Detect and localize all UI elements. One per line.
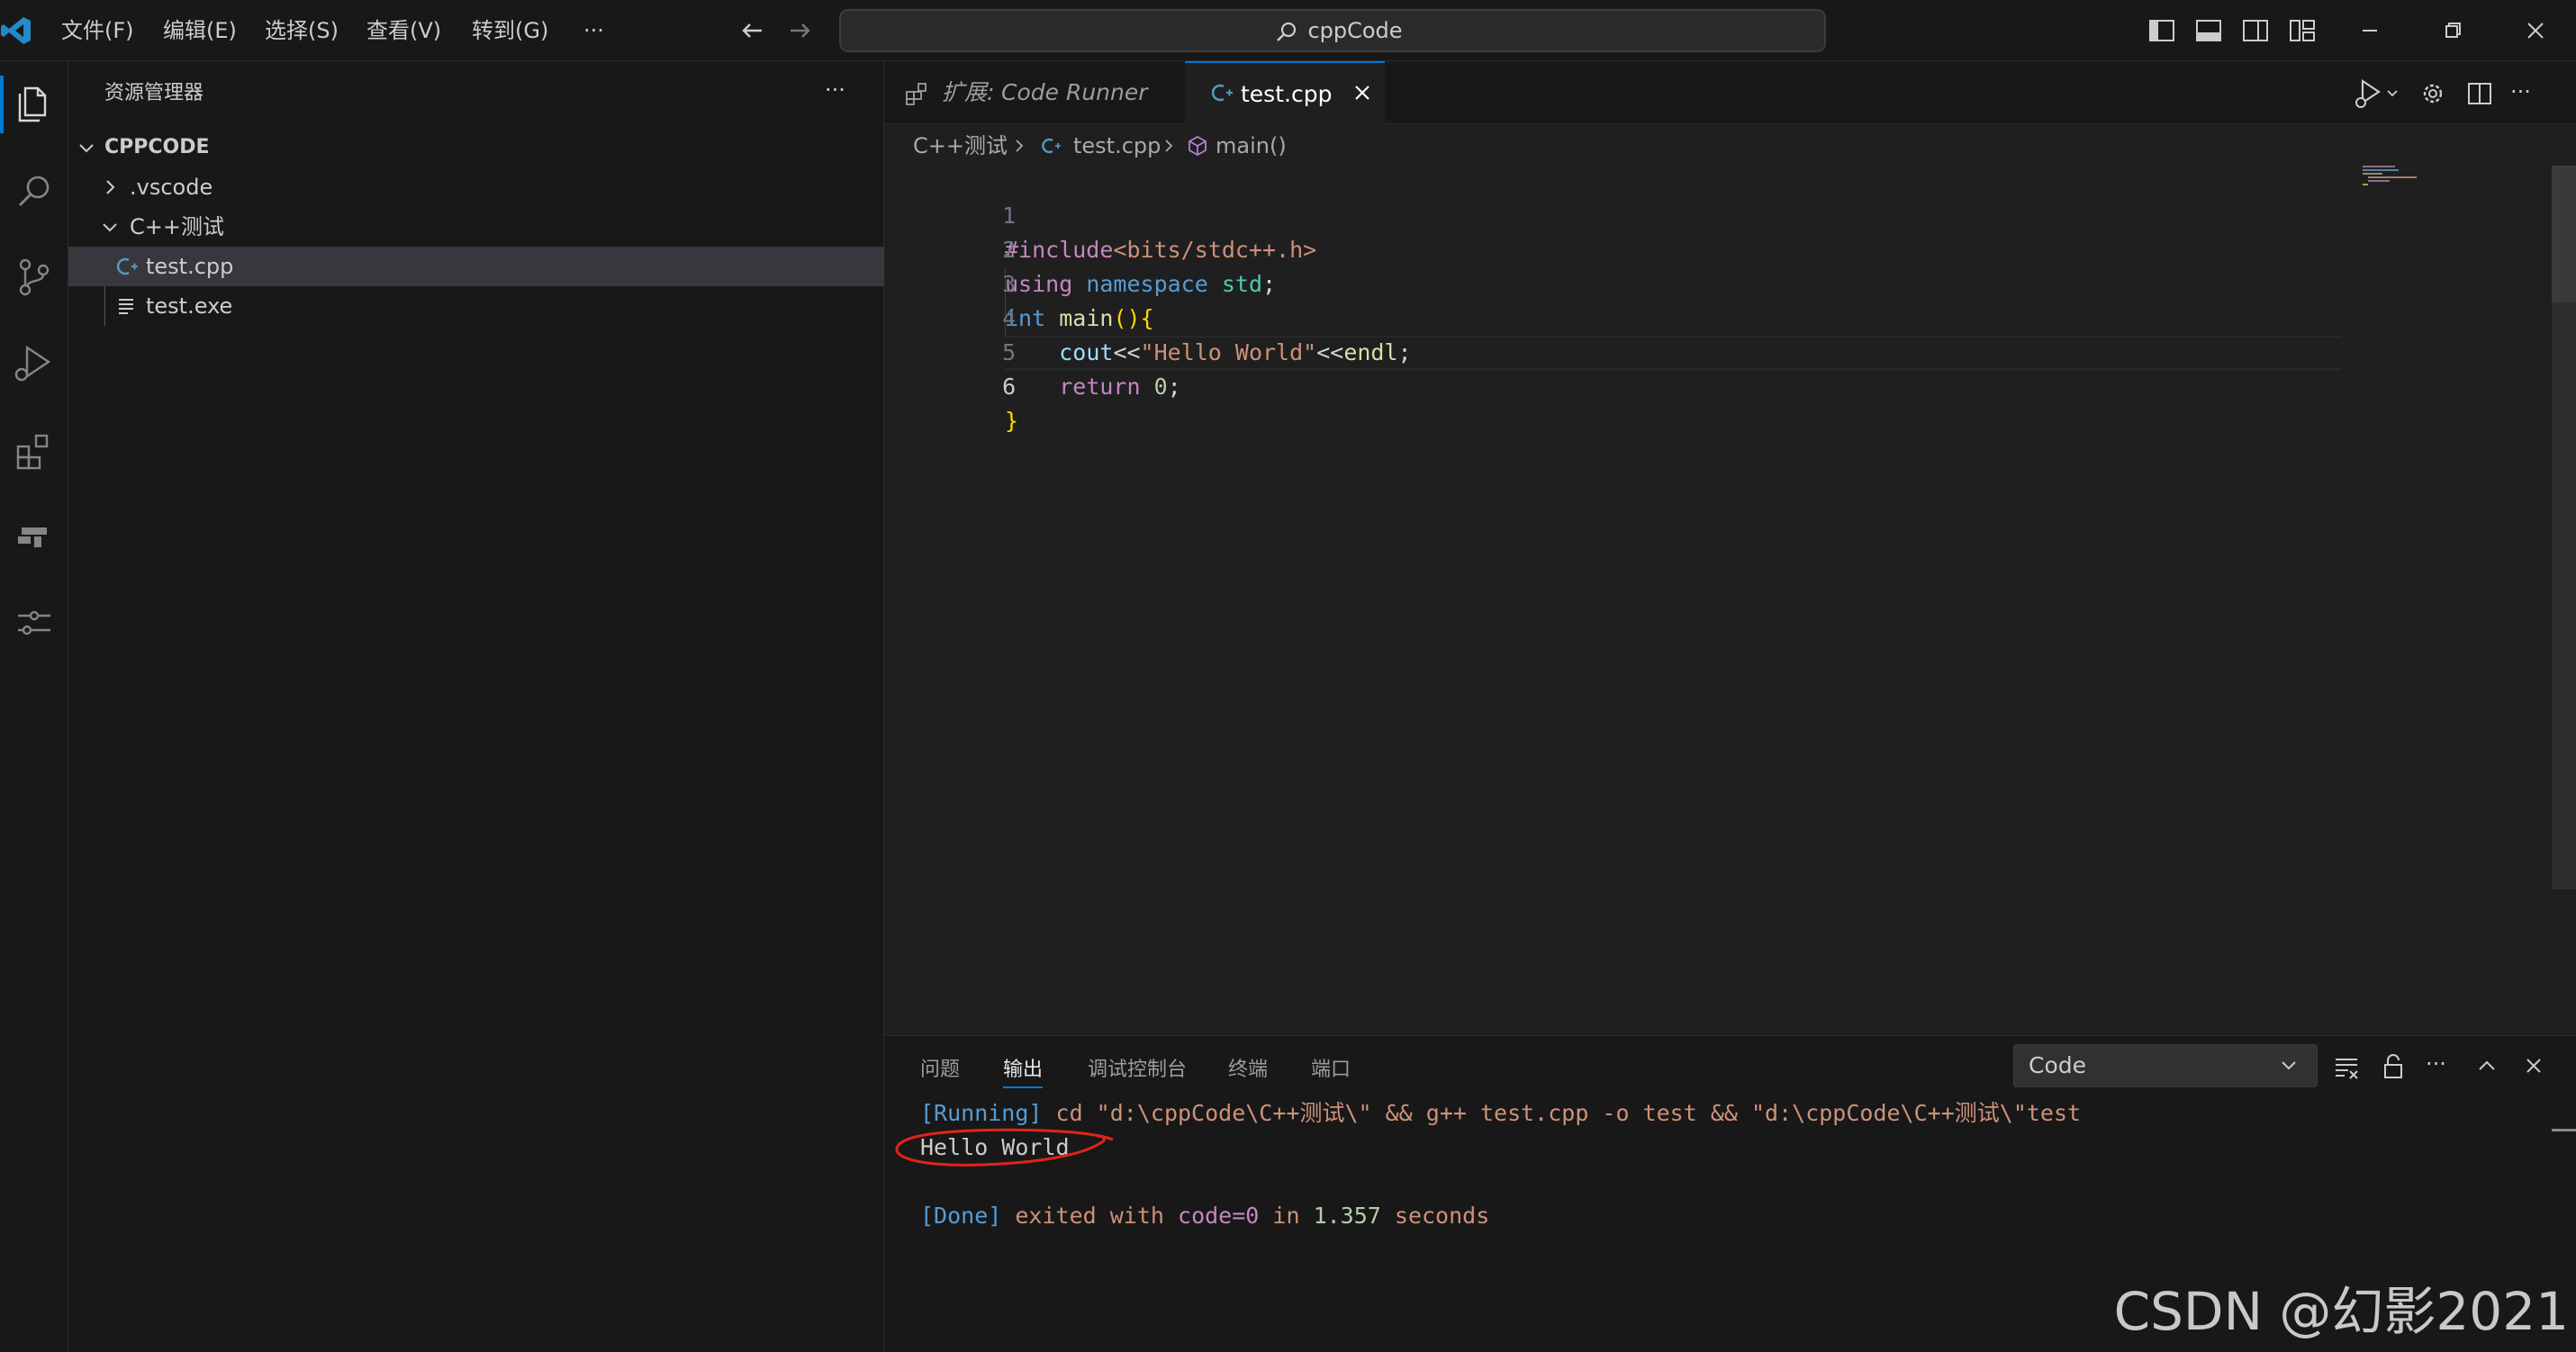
lock-icon[interactable] — [2375, 1048, 2411, 1084]
extensions-icon — [904, 81, 929, 106]
maximize-panel-icon[interactable] — [2469, 1048, 2505, 1084]
explorer-root-folder[interactable]: CPPCODE — [68, 128, 884, 167]
extensions-icon[interactable] — [5, 421, 63, 479]
remote-explorer-icon[interactable] — [5, 508, 63, 565]
menu-file[interactable]: 文件(F) — [58, 13, 138, 49]
tree-item-label: C++测试 — [130, 214, 224, 239]
explorer-sidebar: 资源管理器 ··· CPPCODE .vscode C++测试 test.cpp… — [68, 61, 884, 1352]
panel-tab-terminal[interactable]: 终端 — [1228, 1052, 1268, 1088]
text-file-icon — [115, 286, 137, 326]
toggle-primary-sidebar-icon[interactable] — [2143, 13, 2179, 49]
back-arrow-icon[interactable] — [735, 13, 771, 49]
tree-item-vscode[interactable]: .vscode — [68, 167, 884, 207]
search-icon[interactable] — [5, 162, 63, 220]
cpp-file-icon — [1039, 126, 1062, 166]
title-bar: 文件(F) 编辑(E) 选择(S) 查看(V) 转到(G) ··· cppCod… — [0, 0, 2576, 61]
code-editor[interactable]: 1 #include<bits/stdc++.h> 2 using namesp… — [884, 165, 2343, 434]
tab-test-cpp[interactable]: test.cpp — [1185, 61, 1385, 125]
close-tab-icon[interactable] — [1349, 79, 1376, 106]
sidebar-title: 资源管理器 — [104, 82, 204, 104]
run-debug-icon[interactable] — [5, 335, 63, 392]
chevron-down-icon — [74, 128, 99, 167]
code-line: 4 cout<<"Hello World"<<endl; — [884, 267, 1411, 365]
tab-prefix: 扩展: — [942, 79, 995, 105]
minimap[interactable] — [2361, 164, 2420, 189]
clear-output-icon[interactable] — [2328, 1048, 2364, 1084]
tree-item-cpp-test-folder[interactable]: C++测试 — [68, 207, 884, 247]
select-value: Code — [2029, 1052, 2087, 1078]
tree-item-label: .vscode — [130, 175, 213, 200]
activity-bar — [0, 61, 68, 1352]
menu-view[interactable]: 查看(V) — [363, 13, 445, 49]
source-control-icon[interactable] — [5, 248, 63, 306]
csdn-watermark: CSDN @幻影2021 — [2113, 1281, 2569, 1342]
breadcrumb-file[interactable]: test.cpp — [1073, 126, 1161, 166]
cpp-file-icon — [113, 247, 139, 286]
run-code-icon[interactable] — [2352, 76, 2406, 112]
line-number: 3 — [1002, 271, 1017, 297]
close-window-icon[interactable] — [2517, 13, 2553, 49]
panel-more-button[interactable]: ··· — [2426, 1046, 2446, 1082]
command-center-search[interactable]: cppCode — [839, 9, 1826, 52]
vscode-logo-icon — [0, 14, 32, 47]
explorer-files-icon[interactable] — [5, 76, 63, 133]
menu-selection[interactable]: 选择(S) — [261, 13, 342, 49]
gear-icon[interactable] — [2415, 76, 2451, 112]
toggle-panel-icon[interactable] — [2190, 13, 2226, 49]
cpp-file-icon — [1208, 63, 1234, 124]
red-circle-annotation — [891, 1120, 1122, 1176]
restore-icon[interactable] — [2435, 13, 2471, 49]
search-text: cppCode — [1307, 18, 1403, 43]
split-editor-icon[interactable] — [2462, 76, 2498, 112]
menu-edit[interactable]: 编辑(E) — [159, 13, 240, 49]
tree-item-test-exe[interactable]: test.exe — [68, 286, 884, 326]
code-line: 6 } — [884, 336, 1018, 434]
active-indicator — [0, 76, 4, 133]
tab-extension-code-runner[interactable]: 扩展: Code Runner — [884, 61, 1183, 124]
tree-item-test-cpp[interactable]: test.cpp — [68, 247, 884, 286]
toggle-secondary-sidebar-icon[interactable] — [2237, 13, 2273, 49]
settings-sliders-icon[interactable] — [5, 594, 63, 652]
chevron-right-icon — [1160, 126, 1178, 166]
root-folder-label: CPPCODE — [104, 136, 210, 158]
panel-tab-ports[interactable]: 端口 — [1311, 1052, 1351, 1088]
chevron-right-icon — [1010, 126, 1028, 166]
tree-item-label: test.cpp — [146, 254, 234, 279]
panel-tab-debug-console[interactable]: 调试控制台 — [1088, 1052, 1187, 1088]
symbol-method-icon — [1185, 126, 1210, 166]
tab-label: Code Runner — [1001, 79, 1148, 105]
customize-layout-icon[interactable] — [2283, 13, 2319, 49]
close-panel-icon[interactable] — [2516, 1048, 2552, 1084]
line-number: 4 — [1002, 305, 1017, 331]
code-line: 3 int main(){ — [884, 233, 1153, 331]
output-line-done: [Done] exited with code=0 in 1.357 secon… — [920, 1203, 1490, 1229]
forward-arrow-icon[interactable] — [782, 13, 818, 49]
output-channel-select[interactable]: Code — [2013, 1044, 2318, 1087]
chevron-right-icon — [97, 167, 122, 207]
editor-tab-bar: 扩展: Code Runner test.cpp ··· — [884, 61, 2576, 125]
breadcrumb-folder[interactable]: C++测试 — [913, 126, 1008, 166]
code-line: 1 #include<bits/stdc++.h> — [884, 165, 1316, 263]
panel-tab-output[interactable]: 输出 — [1003, 1052, 1044, 1088]
editor-scroll-slider[interactable] — [2552, 166, 2576, 306]
tree-item-label: test.exe — [146, 293, 233, 319]
panel-scroll-marker — [2552, 1129, 2576, 1131]
sidebar-more-button[interactable]: ··· — [825, 72, 845, 108]
tab-label: test.cpp — [1241, 81, 1333, 107]
panel-tab-problems[interactable]: 问题 — [920, 1052, 960, 1088]
breadcrumb-symbol[interactable]: main() — [1216, 126, 1287, 166]
chevron-down-icon — [2275, 1052, 2302, 1079]
editor-more-button[interactable]: ··· — [2510, 74, 2531, 110]
editor-scrollbar-track[interactable] — [2552, 302, 2576, 889]
line-number: 6 — [1002, 374, 1017, 400]
menu-go[interactable]: 转到(G) — [468, 13, 552, 49]
minimize-icon[interactable] — [2352, 13, 2388, 49]
line-number: 1 — [1002, 203, 1017, 229]
chevron-down-icon — [97, 207, 122, 247]
line-number: 2 — [1002, 237, 1017, 263]
code-line: 5 return 0; — [884, 302, 1181, 400]
code-line: 2 using namespace std; — [884, 199, 1276, 297]
menu-more-button[interactable]: ··· — [580, 13, 608, 49]
line-number: 5 — [1002, 339, 1017, 365]
